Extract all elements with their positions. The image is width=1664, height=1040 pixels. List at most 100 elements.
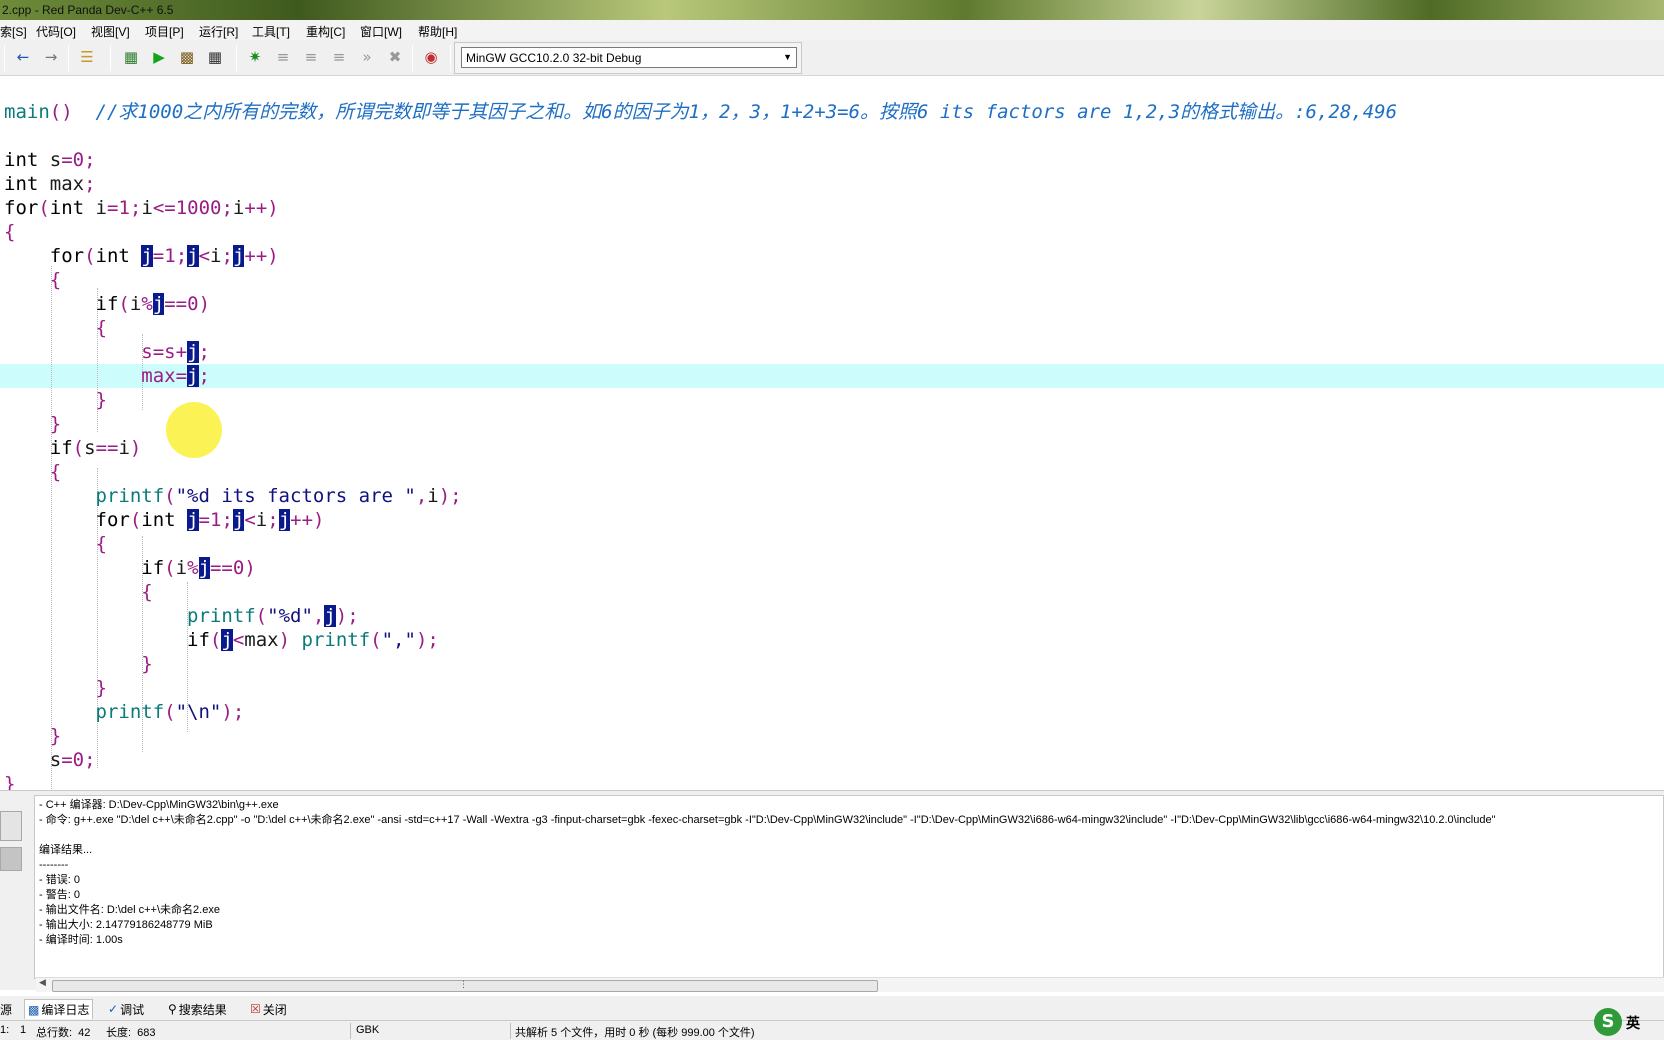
tab-label: 源 <box>0 1002 13 1017</box>
code-text: { <box>4 221 16 243</box>
code-editor[interactable]: main() //求1000之内所有的完数，所谓完数即等于其因子之和。如6的因子… <box>0 76 1664 790</box>
status-bar: 1: 1 总行数: 42 长度: 683 GBK 共解析 5 个文件，用时 0 … <box>0 1020 1664 1040</box>
code-line-12: max=j; <box>4 364 210 388</box>
code-text: } <box>95 677 107 699</box>
chart-icon: ▩ <box>28 1002 40 1017</box>
compiler-label: MinGW GCC10.2.0 32-bit Debug <box>466 51 642 65</box>
code-text: for(int j=1;j<i;j++) <box>49 245 279 267</box>
code-text: s=0; <box>4 749 96 771</box>
menu-help[interactable]: 帮助[H] <box>418 23 457 40</box>
window-title: 2.cpp - Red Panda Dev-C++ 6.5 <box>2 3 174 17</box>
log-line: - 输出大小: 2.14779186248779 MiB <box>39 919 213 931</box>
code-text: int max; <box>4 173 96 195</box>
back-icon[interactable]: ← <box>12 46 34 68</box>
log-line: -------- <box>39 859 69 871</box>
panel-side-button[interactable] <box>0 847 22 871</box>
code-line-21: { <box>4 580 152 604</box>
step-over-icon[interactable]: ≡ <box>272 46 294 68</box>
tab-close[interactable]: ☒ 关闭 <box>250 999 287 1019</box>
close-icon: ☒ <box>250 1002 261 1016</box>
code-text: if(j<max) printf(","); <box>187 629 439 651</box>
tab-compile-log[interactable]: ▩ 编译日志 <box>24 999 94 1019</box>
forward-icon[interactable]: → <box>40 46 62 68</box>
watch-icon[interactable]: ◉ <box>420 46 442 68</box>
code-text: printf("%d",j); <box>187 605 359 627</box>
ime-language: 英 <box>1626 1016 1640 1032</box>
tab-label: 搜索结果 <box>178 1002 227 1017</box>
chevron-down-icon: ▼ <box>783 52 792 62</box>
code-line-1: main() //求1000之内所有的完数，所谓完数即等于其因子之和。如6的因子… <box>4 100 1397 124</box>
menu-refactor[interactable]: 重构[C] <box>306 23 345 40</box>
tab-source[interactable]: 源 <box>0 999 12 1019</box>
code-line-24: } <box>4 652 153 676</box>
ime-logo-icon: S <box>1594 1008 1622 1036</box>
step-out-icon[interactable]: ≡ <box>328 46 350 68</box>
menu-project[interactable]: 项目[P] <box>145 23 184 40</box>
title-bar: 2.cpp - Red Panda Dev-C++ 6.5 <box>0 0 1664 20</box>
code-line-8: { <box>4 268 61 292</box>
status-total-lines: 总行数: 42 <box>36 1027 91 1039</box>
output-panel: - C++ 编译器: D:\Dev-Cpp\MinGW32\bin\g++.ex… <box>0 790 1664 992</box>
menu-tools[interactable]: 工具[T] <box>252 23 290 40</box>
ime-indicator[interactable]: S 英 <box>1586 1004 1664 1040</box>
code-line-20: if(i%j==0) <box>4 556 256 580</box>
code-text: } <box>49 725 62 747</box>
code-line-4: int max; <box>4 172 96 196</box>
debug-icon[interactable]: ✷ <box>244 46 266 68</box>
compile-run-icon[interactable]: ▩ <box>176 46 198 68</box>
rebuild-icon[interactable]: ▦ <box>204 46 226 68</box>
continue-icon[interactable]: » <box>356 46 378 68</box>
scrollbar-thumb[interactable]: ⋮ <box>52 980 878 992</box>
code-line-25: } <box>4 676 107 700</box>
menu-view[interactable]: 视图[V] <box>91 23 130 40</box>
panel-side-button[interactable] <box>0 811 22 841</box>
menu-code[interactable]: 代码[O] <box>36 23 76 40</box>
code-text: if(i%j==0) <box>141 557 256 579</box>
code-text: } <box>4 773 16 790</box>
code-text: for(int j=1;j<i;j++) <box>95 509 325 531</box>
grip-icon: ⋮ <box>459 980 468 990</box>
code-text: { <box>49 461 62 483</box>
code-text: { <box>95 317 107 339</box>
list-icon[interactable]: ☰ <box>76 46 98 68</box>
code-line-18: for(int j=1;j<i;j++) <box>4 508 324 532</box>
code-line-23: if(j<max) printf(","); <box>4 628 439 652</box>
menu-run[interactable]: 运行[R] <box>199 23 238 40</box>
code-text: { <box>49 269 62 291</box>
code-line-29: } <box>4 772 15 790</box>
code-line-9: if(i%j==0) <box>4 292 210 316</box>
code-text: } <box>49 413 62 435</box>
tab-debug[interactable]: ✓ 调试 <box>108 999 144 1019</box>
code-line-13: } <box>4 388 107 412</box>
code-line-5: for(int i=1;i<=1000;i++) <box>4 196 279 220</box>
code-text: } <box>141 653 153 675</box>
tab-search-results[interactable]: ⚲ 搜索结果 <box>168 999 227 1019</box>
status-line-value: 1 <box>20 1024 27 1036</box>
compile-icon[interactable]: ▦ <box>120 46 142 68</box>
code-text: printf("%d its factors are ",i); <box>95 485 462 507</box>
code-text: s=s+j; <box>4 341 210 363</box>
code-line-22: printf("%d",j); <box>4 604 359 628</box>
run-icon[interactable]: ▶ <box>148 46 170 68</box>
compiler-select[interactable]: MinGW GCC10.2.0 32-bit Debug ▼ <box>461 47 797 68</box>
code-line-26: printf("\n"); <box>4 700 245 724</box>
debug-icon: ✓ <box>108 1002 119 1016</box>
log-line: - 错误: 0 <box>39 874 80 886</box>
menu-window[interactable]: 窗口[W] <box>360 23 402 40</box>
code-line-27: } <box>4 724 61 748</box>
mouse-cursor-highlight <box>166 402 222 458</box>
log-line: - C++ 编译器: D:\Dev-Cpp\MinGW32\bin\g++.ex… <box>39 799 279 811</box>
compile-log[interactable]: - C++ 编译器: D:\Dev-Cpp\MinGW32\bin\g++.ex… <box>34 795 1664 979</box>
log-line: - 警告: 0 <box>39 889 80 901</box>
tab-label: 调试 <box>120 1002 145 1017</box>
stop-icon[interactable]: ✖ <box>384 46 406 68</box>
scroll-left-icon[interactable]: ◀ <box>39 978 46 988</box>
code-text: } <box>95 389 107 411</box>
search-icon: ⚲ <box>168 1002 177 1016</box>
horizontal-scrollbar[interactable]: ◀ ⋮ <box>36 977 1664 992</box>
status-parse-info: 共解析 5 个文件，用时 0 秒 (每秒 999.00 个文件) <box>515 1027 755 1039</box>
code-line-17: printf("%d its factors are ",i); <box>4 484 462 508</box>
code-line-6: { <box>4 220 15 244</box>
step-into-icon[interactable]: ≡ <box>300 46 322 68</box>
menu-search[interactable]: 索[S] <box>0 23 27 40</box>
